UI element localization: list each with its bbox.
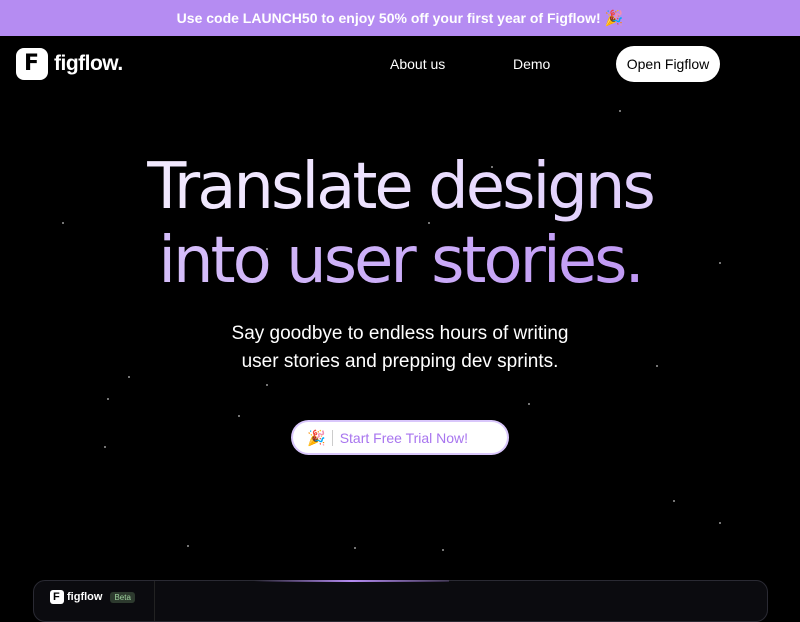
nav-link-demo[interactable]: Demo	[513, 56, 550, 72]
preview-sidebar: F figflow Beta	[34, 581, 155, 621]
hero-headline-line-2: into user stories.	[0, 224, 800, 298]
app-preview-window: F figflow Beta	[33, 580, 768, 622]
promo-banner[interactable]: Use code LAUNCH50 to enjoy 50% off your …	[0, 0, 800, 36]
hero-subtitle-line-2: user stories and prepping dev sprints.	[241, 351, 559, 372]
hero-headline: Translate designs into user stories.	[0, 150, 800, 298]
logo[interactable]: F figflow.	[16, 48, 123, 80]
start-free-trial-button[interactable]: 🎉 Start Free Trial Now!	[293, 422, 507, 453]
hero-subtitle-line-1: Say goodbye to endless hours of writing	[231, 323, 569, 344]
figflow-logo-icon: F	[16, 48, 48, 80]
logo-text: figflow.	[54, 52, 123, 75]
open-figflow-button[interactable]: Open Figflow	[616, 46, 720, 82]
nav-link-about-us[interactable]: About us	[390, 56, 445, 72]
preview-logo-text: figflow	[67, 591, 103, 603]
top-navigation: F figflow. About us Demo Open Figflow	[0, 36, 800, 92]
party-popper-icon: 🎉	[604, 10, 624, 27]
beta-badge: Beta	[110, 591, 135, 603]
preview-glow-line	[254, 580, 449, 582]
party-popper-icon: 🎉	[307, 429, 326, 447]
promo-text: Use code LAUNCH50 to enjoy 50% off your …	[176, 10, 601, 26]
start-free-trial-label: Start Free Trial Now!	[339, 429, 469, 446]
hero-subtitle: Say goodbye to endless hours of writing …	[0, 320, 800, 376]
hero-headline-line-1: Translate designs	[0, 150, 800, 224]
figflow-logo-icon: F	[50, 590, 64, 604]
divider	[331, 429, 333, 446]
preview-logo: F figflow Beta	[50, 590, 135, 604]
